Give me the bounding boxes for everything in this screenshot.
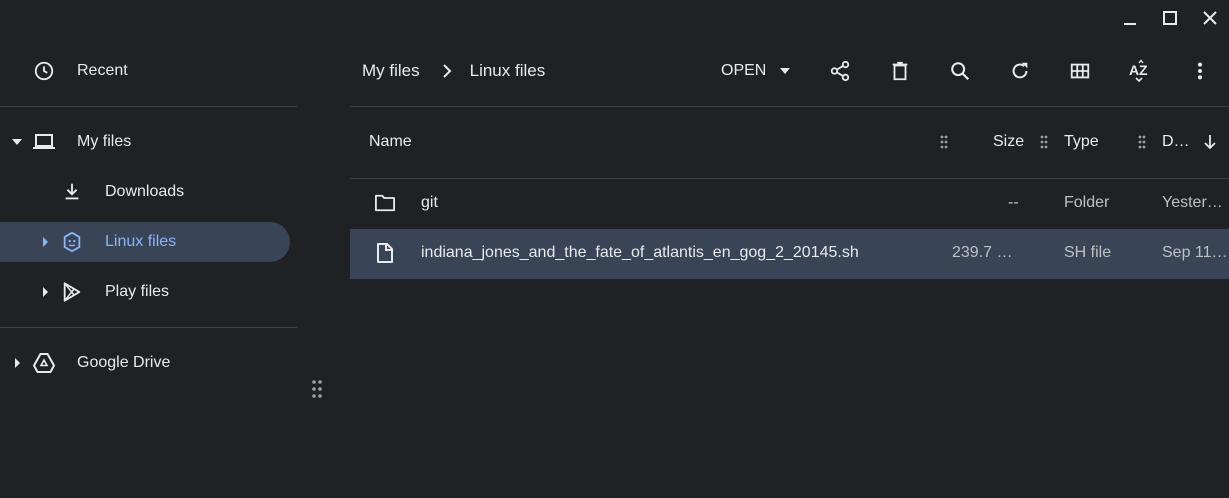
dropdown-arrow-icon [780, 68, 791, 74]
file-date: Yesterd… [1162, 194, 1228, 211]
file-size: -- [1008, 194, 1019, 211]
delete-icon [892, 61, 908, 81]
open-button[interactable]: OPEN [721, 60, 791, 82]
open-button-label: OPEN [721, 62, 767, 79]
laptop-icon [32, 130, 56, 154]
delete-button[interactable] [886, 57, 914, 85]
sidebar-divider [0, 327, 297, 328]
file-name: indiana_jones_and_the_fate_of_atlantis_e… [421, 244, 859, 261]
sidebar-item-label: Downloads [105, 183, 185, 200]
maximize-icon [1163, 11, 1177, 25]
grid-view-icon [1070, 63, 1090, 79]
refresh-button[interactable] [1006, 57, 1034, 85]
file-icon [376, 242, 394, 264]
column-header-name[interactable]: Name [369, 133, 412, 151]
breadcrumb: My files Linux files [362, 60, 545, 82]
more-options-button[interactable] [1186, 57, 1214, 85]
minimize-icon [1124, 23, 1136, 25]
linux-icon [60, 230, 84, 254]
clock-icon [32, 59, 56, 83]
more-options-icon [1197, 62, 1203, 80]
file-type: SH file [1064, 244, 1112, 261]
share-icon [830, 60, 850, 82]
expand-arrow-icon[interactable] [11, 136, 23, 148]
close-button[interactable] [1198, 6, 1222, 30]
toolbar-divider [350, 106, 1229, 107]
sidebar-item-recent[interactable]: Recent [0, 51, 290, 91]
search-button[interactable] [946, 57, 974, 85]
sort-button[interactable]: A Z [1126, 57, 1154, 85]
breadcrumb-my-files[interactable]: My files [362, 61, 420, 81]
search-icon [951, 62, 970, 81]
file-date: Sep 11,… [1162, 244, 1228, 261]
sidebar-divider [0, 106, 297, 107]
svg-text:A: A [1129, 62, 1139, 78]
sidebar-item-google-drive[interactable]: Google Drive [0, 343, 290, 383]
drag-handle-icon [312, 380, 322, 398]
column-header-date[interactable]: D… [1162, 133, 1190, 151]
minimize-button[interactable] [1118, 6, 1142, 30]
download-icon [60, 180, 84, 204]
sidebar-item-label: Recent [77, 62, 128, 79]
share-button[interactable] [826, 57, 854, 85]
sidebar-item-my-files[interactable]: My files [0, 122, 290, 162]
sidebar-item-play-files[interactable]: Play files [0, 272, 290, 312]
table-row[interactable]: indiana_jones_and_the_fate_of_atlantis_e… [350, 229, 1229, 279]
folder-icon [374, 193, 396, 213]
sidebar-resize-handle[interactable] [311, 378, 323, 400]
file-type: Folder [1064, 194, 1110, 211]
maximize-button[interactable] [1158, 6, 1182, 30]
sidebar-item-label: My files [77, 133, 132, 150]
expand-arrow-icon[interactable] [11, 357, 23, 369]
sidebar-item-linux-files[interactable]: Linux files [0, 222, 290, 262]
column-header-size[interactable]: Size [993, 133, 1024, 151]
sort-az-icon: A Z [1129, 59, 1148, 83]
sidebar-item-label: Linux files [105, 233, 177, 250]
column-header-type[interactable]: Type [1064, 133, 1099, 151]
google-drive-icon [32, 351, 56, 375]
sidebar-item-label: Play files [105, 283, 170, 300]
column-resize-icon[interactable] [940, 135, 948, 149]
play-store-icon [60, 280, 84, 304]
close-icon [1203, 11, 1217, 25]
expand-arrow-icon[interactable] [39, 286, 51, 298]
expand-arrow-icon[interactable] [39, 236, 51, 248]
grid-view-button[interactable] [1066, 57, 1094, 85]
table-row[interactable]: git -- Folder Yesterd… [350, 179, 1229, 229]
chevron-right-icon [442, 64, 452, 78]
breadcrumb-linux-files[interactable]: Linux files [470, 61, 546, 81]
file-name: git [421, 194, 438, 211]
refresh-icon [1012, 62, 1028, 79]
column-resize-icon[interactable] [1138, 135, 1146, 149]
sidebar-item-downloads[interactable]: Downloads [0, 172, 290, 212]
svg-text:Z: Z [1139, 62, 1148, 78]
sidebar-item-label: Google Drive [77, 354, 171, 371]
file-size: 239.7 … [952, 244, 1013, 261]
sort-descending-icon[interactable] [1202, 134, 1218, 150]
column-resize-icon[interactable] [1040, 135, 1048, 149]
